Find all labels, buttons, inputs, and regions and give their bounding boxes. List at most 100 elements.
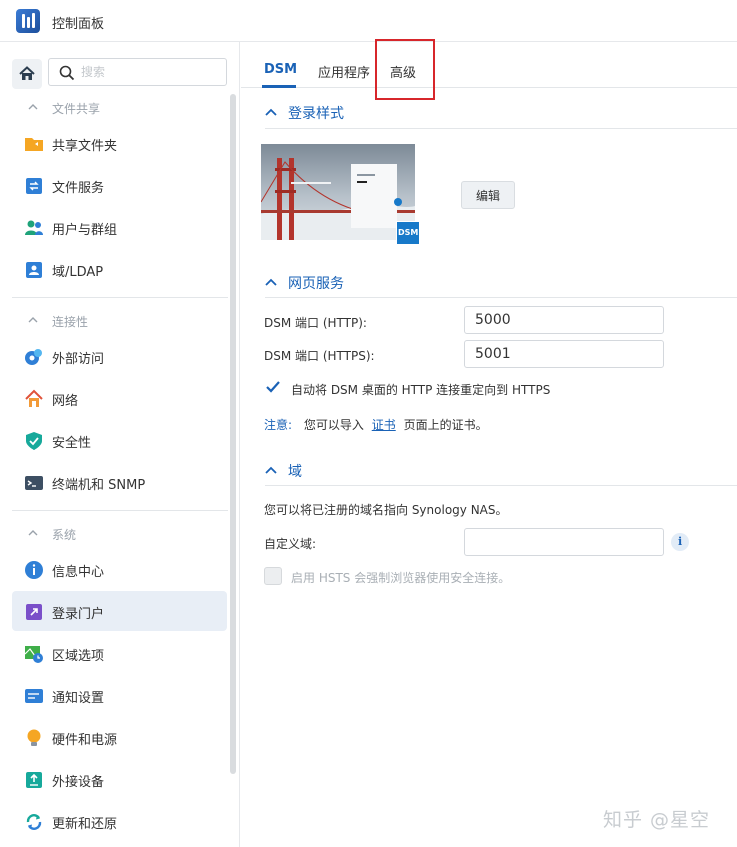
notification-icon: [25, 689, 43, 703]
title-bar: 控制面板: [0, 0, 737, 42]
login-portal-icon: [26, 604, 42, 620]
home-icon: [19, 66, 35, 80]
search-input[interactable]: [81, 63, 221, 81]
chevron-up-icon: [265, 466, 277, 474]
https-port-label: DSM 端口 (HTTPS):: [264, 349, 375, 363]
login-style-preview-image: [261, 144, 415, 240]
redirect-https-label: 自动将 DSM 桌面的 HTTP 连接重定向到 HTTPS: [291, 383, 551, 397]
sidebar-item-label: 硬件和电源: [52, 733, 118, 748]
sidebar-item-terminal-snmp[interactable]: 终端机和 SNMP: [12, 462, 227, 502]
sidebar-item-label: 更新和还原: [52, 817, 118, 832]
info-center-icon: [25, 561, 43, 579]
file-services-icon: [26, 178, 42, 194]
group-divider: [265, 297, 737, 298]
sidebar-item-label: 网络: [52, 394, 79, 409]
chevron-up-icon: [28, 317, 38, 323]
group-title: 域: [288, 464, 302, 480]
sidebar-item-network[interactable]: 网络: [12, 378, 227, 418]
external-devices-icon: [26, 772, 42, 788]
regional-options-icon: [24, 646, 43, 663]
sidebar-item-regional-options[interactable]: 区域选项: [12, 633, 227, 673]
sidebar-item-notification[interactable]: 通知设置: [12, 675, 227, 715]
dsm-badge: DSM: [396, 221, 420, 245]
hsts-checkbox[interactable]: [264, 567, 282, 585]
sidebar-item-users-groups[interactable]: 用户与群组: [12, 207, 227, 247]
sidebar: 文件共享 共享文件夹 文件服务 用户与群组 域/LDAP 连接性 外部访: [0, 42, 240, 847]
chevron-up-icon: [28, 104, 38, 110]
section-label: 系统: [52, 528, 77, 542]
chevron-up-icon: [265, 278, 277, 286]
group-title: 登录样式: [288, 106, 344, 122]
sidebar-item-label: 信息中心: [52, 565, 105, 580]
sidebar-item-security[interactable]: 安全性: [12, 420, 227, 460]
user-group-icon: [25, 220, 43, 235]
sidebar-item-login-portal[interactable]: 登录门户: [12, 591, 227, 631]
https-port-input[interactable]: [464, 340, 664, 368]
sidebar-scrollbar[interactable]: [230, 94, 236, 774]
sidebar-item-label: 外部访问: [52, 352, 105, 367]
http-port-label: DSM 端口 (HTTP):: [264, 316, 367, 330]
sidebar-item-label: 终端机和 SNMP: [52, 478, 146, 493]
note-label: 注意:: [264, 418, 293, 432]
section-label: 文件共享: [52, 102, 101, 116]
section-divider: [12, 297, 228, 298]
sidebar-item-shared-folder[interactable]: 共享文件夹: [12, 123, 227, 163]
sidebar-item-label: 文件服务: [52, 181, 105, 196]
sidebar-item-external-devices[interactable]: 外接设备: [12, 759, 227, 799]
update-restore-icon: [26, 814, 42, 830]
group-title: 网页服务: [288, 276, 344, 292]
http-port-input[interactable]: [464, 306, 664, 334]
sidebar-item-label: 用户与群组: [52, 223, 118, 238]
active-tab-indicator: [262, 85, 296, 88]
sidebar-item-update-restore[interactable]: 更新和还原: [12, 801, 227, 841]
info-icon[interactable]: i: [671, 533, 689, 551]
main-panel: DSM 应用程序 高级 登录样式 DSM 编辑 网页服务 DSM 端口 (HTT…: [241, 39, 737, 847]
sidebar-item-info-center[interactable]: 信息中心: [12, 549, 227, 589]
section-label: 连接性: [52, 315, 89, 329]
sidebar-item-label: 外接设备: [52, 775, 105, 790]
sidebar-item-hardware-power[interactable]: 硬件和电源: [12, 717, 227, 757]
window-title: 控制面板: [52, 17, 105, 32]
chevron-up-icon: [28, 530, 38, 536]
note-text-before: 您可以导入: [303, 418, 364, 432]
tab-applications[interactable]: 应用程序: [318, 62, 370, 81]
note-text-after: 页面上的证书。: [403, 418, 488, 432]
checkmark-icon: [266, 381, 280, 393]
domain-ldap-icon: [26, 262, 42, 278]
search-icon: [59, 65, 75, 81]
chevron-up-icon: [265, 108, 277, 116]
custom-domain-label: 自定义域:: [264, 537, 317, 551]
sidebar-item-external-access[interactable]: 外部访问: [12, 336, 227, 376]
hardware-power-icon: [27, 729, 41, 746]
group-divider: [265, 485, 737, 486]
search-field[interactable]: [48, 58, 227, 86]
group-divider: [265, 128, 737, 129]
sidebar-item-label: 区域选项: [52, 649, 105, 664]
section-divider: [12, 510, 228, 511]
highlight-annotation-box: [375, 39, 435, 100]
sidebar-item-label: 通知设置: [52, 691, 105, 706]
terminal-icon: [25, 476, 43, 490]
security-shield-icon: [26, 432, 42, 450]
edit-login-style-button[interactable]: 编辑: [461, 181, 515, 209]
sidebar-item-label: 安全性: [52, 436, 92, 451]
sidebar-item-label: 共享文件夹: [52, 139, 118, 154]
hsts-label: 启用 HSTS 会强制浏览器使用安全连接。: [291, 571, 511, 585]
sidebar-item-domain-ldap[interactable]: 域/LDAP: [12, 249, 227, 289]
sidebar-item-label: 登录门户: [52, 607, 105, 622]
sidebar-item-label: 域/LDAP: [52, 265, 104, 280]
home-button[interactable]: [12, 59, 42, 89]
custom-domain-input[interactable]: [464, 528, 664, 556]
certificate-link[interactable]: 证书: [372, 418, 396, 432]
control-panel-app-icon: [16, 9, 40, 33]
sidebar-item-file-services[interactable]: 文件服务: [12, 165, 227, 205]
watermark-text: 知乎 @星空: [603, 809, 711, 831]
certificate-note: 注意: 您可以导入 证书 页面上的证书。: [264, 416, 488, 433]
redirect-https-checkbox[interactable]: [264, 378, 282, 396]
folder-share-icon: [25, 138, 43, 151]
domain-description: 您可以将已注册的域名指向 Synology NAS。: [264, 503, 508, 517]
tab-dsm[interactable]: DSM: [264, 62, 297, 77]
tab-bar: DSM 应用程序 高级: [241, 42, 737, 88]
external-access-icon: [25, 349, 42, 365]
network-icon: [25, 389, 43, 407]
